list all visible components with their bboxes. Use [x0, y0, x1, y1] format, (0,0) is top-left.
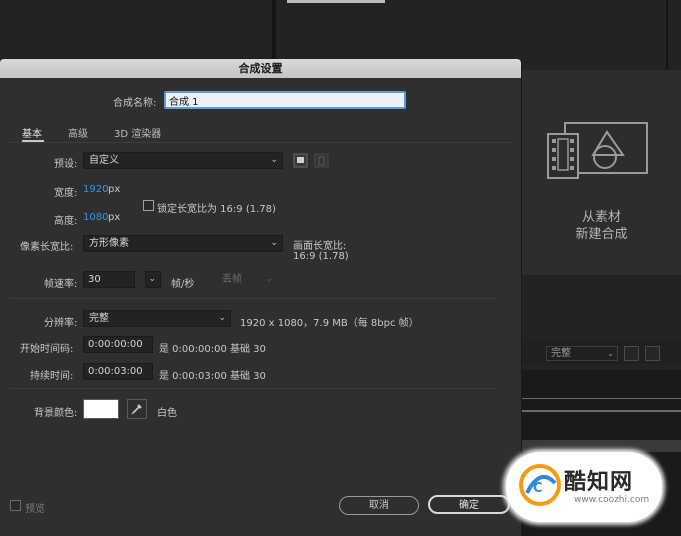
bg-color-label: 背景颜色:: [34, 408, 78, 419]
start-timecode-info: 是 0:00:00:00 基础 30: [159, 344, 266, 355]
dialog-title: 合成设置: [0, 59, 521, 78]
viewer-grid-button[interactable]: [645, 346, 660, 361]
viewer-quality-dropdown[interactable]: 完整 ⌄: [546, 346, 618, 361]
chevron-down-icon: ⌄: [265, 274, 273, 284]
timeline-row: [522, 440, 681, 452]
comp-name-label: 合成名称:: [113, 98, 157, 109]
frame-rate-label: 帧速率:: [44, 279, 78, 290]
frame-aspect-label: 画面长宽比:: [293, 241, 347, 252]
start-timecode-input[interactable]: 0:00:00:00: [83, 336, 153, 353]
section-divider: [10, 388, 496, 389]
cancel-button[interactable]: 取消: [339, 496, 419, 515]
frame-rate-presets-dropdown[interactable]: ⌄: [145, 271, 161, 288]
height-unit: px: [108, 212, 121, 223]
tab-3d-renderer[interactable]: 3D 渲染器: [114, 125, 161, 140]
tab-basic[interactable]: 基本: [22, 125, 42, 140]
frame-aspect-value: 16:9 (1.78): [293, 251, 349, 262]
width-label: 宽度:: [54, 188, 78, 199]
composition-settings-dialog: 合成设置 合成名称: 基本 高级 3D 渲染器 预设: 自定义⌄ 宽度: 192…: [0, 59, 522, 536]
chevron-down-icon: ⌄: [218, 313, 226, 323]
tab-advanced[interactable]: 高级: [68, 125, 88, 140]
background-panel: [0, 0, 272, 58]
watermark-name: 酷知网: [564, 470, 634, 495]
pixel-aspect-dropdown[interactable]: 方形像素 ⌄: [83, 235, 283, 252]
lock-aspect-checkbox[interactable]: [143, 200, 154, 211]
new-comp-from-footage-label: 从素材 新建合成: [575, 210, 628, 242]
resolution-info: 1920 x 1080，7.9 MB（每 8bpc 帧）: [240, 318, 419, 329]
new-comp-from-footage-icon: [547, 122, 648, 179]
viewer-region-button[interactable]: [624, 346, 639, 361]
chevron-down-icon: ⌄: [607, 349, 614, 358]
height-value[interactable]: 1080: [83, 212, 108, 223]
svg-text:C: C: [533, 481, 543, 496]
frame-rate-unit: 帧/秒: [171, 279, 195, 290]
preset-label: 预设:: [54, 159, 78, 170]
duration-input[interactable]: 0:00:03:00: [83, 363, 153, 380]
watermark-url: www.coozhi.com: [574, 495, 650, 505]
frame-rate-input[interactable]: 30: [83, 271, 135, 288]
drop-frame-dropdown: 丢帧 ⌄: [216, 271, 278, 288]
delete-preset-icon[interactable]: [314, 153, 329, 168]
preset-dropdown[interactable]: 自定义 ⌄: [83, 152, 283, 169]
width-value[interactable]: 1920: [83, 184, 108, 195]
preview-label: 预览: [25, 504, 45, 515]
timeline-line: [522, 410, 681, 412]
pixel-aspect-label: 像素长宽比:: [20, 242, 74, 253]
panel-divider-right: [666, 0, 668, 70]
comp-name-input[interactable]: [164, 91, 406, 109]
chevron-down-icon: ⌄: [148, 274, 156, 284]
lock-aspect-label: 锁定长宽比为 16:9 (1.78): [157, 204, 276, 215]
resolution-label: 分辨率:: [44, 318, 78, 329]
bg-color-swatch[interactable]: [83, 399, 119, 419]
width-unit: px: [108, 184, 121, 195]
preview-checkbox[interactable]: [10, 500, 21, 511]
section-divider: [10, 298, 496, 299]
timeline-ruler: [522, 398, 681, 404]
watermark: C 酷知网 www.coozhi.com: [506, 452, 662, 522]
chevron-down-icon: ⌄: [270, 238, 278, 248]
bg-color-name: 白色: [157, 408, 177, 419]
ok-button[interactable]: 确定: [428, 495, 510, 514]
duration-label: 持续时间:: [30, 371, 74, 382]
start-timecode-label: 开始时间码:: [20, 344, 74, 355]
chevron-down-icon: ⌄: [270, 155, 278, 165]
eyedropper-icon: [131, 404, 142, 415]
save-preset-icon[interactable]: [293, 153, 308, 168]
coozhi-logo-icon: C: [519, 464, 561, 506]
eyedropper-button[interactable]: [127, 399, 147, 419]
duration-info: 是 0:00:03:00 基础 30: [159, 371, 266, 382]
resolution-dropdown[interactable]: 完整 ⌄: [83, 310, 231, 327]
height-label: 高度:: [54, 216, 78, 227]
panel-thumbnail: [287, 0, 385, 3]
